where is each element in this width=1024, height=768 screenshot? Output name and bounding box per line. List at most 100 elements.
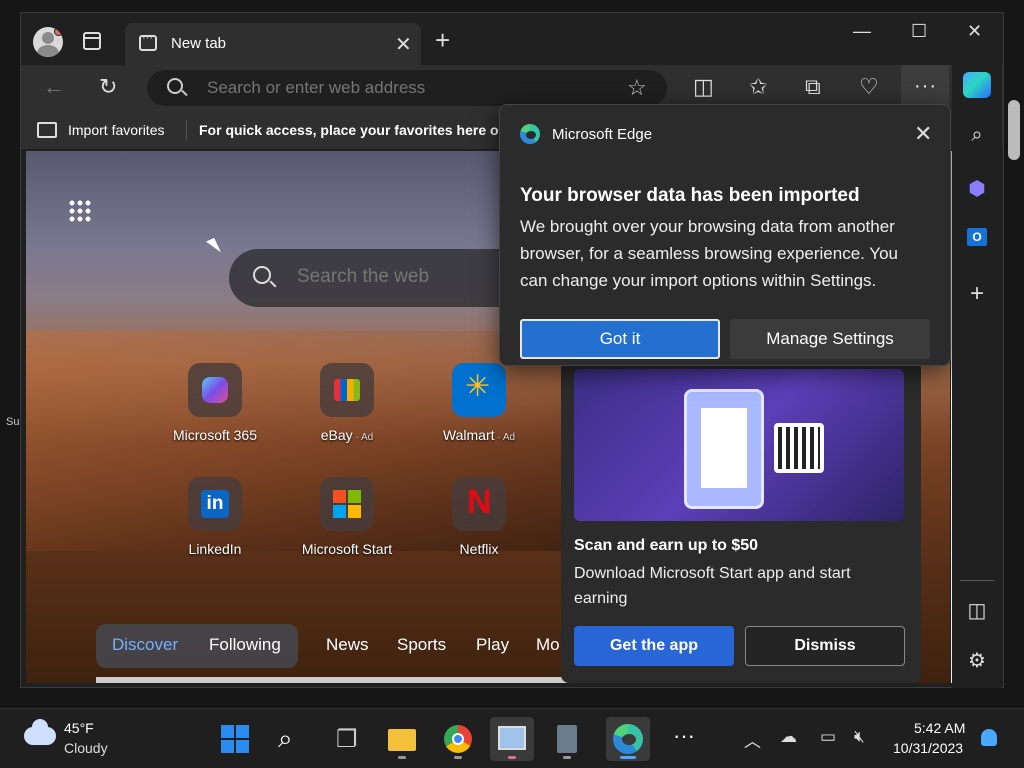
volume-muted-icon[interactable]: 🔇︎: [854, 727, 865, 747]
web-search-box[interactable]: [229, 249, 529, 307]
start-button[interactable]: [215, 717, 259, 761]
manage-settings-button[interactable]: Manage Settings: [730, 319, 930, 359]
microsoft365-icon[interactable]: ⬢: [952, 176, 1002, 201]
add-icon[interactable]: +: [952, 280, 1002, 308]
favorites-icon[interactable]: ✩: [749, 75, 767, 99]
quick-link-microsoft365[interactable]: Microsoft 365: [160, 363, 270, 443]
tab-following[interactable]: Following: [209, 635, 281, 655]
edge-sidebar: ⌕ ⬢ O + ◫ ⚙: [952, 60, 1002, 688]
tab-play[interactable]: Play: [476, 635, 509, 655]
browser-essentials-icon[interactable]: ♡: [859, 75, 879, 99]
quick-link-netflix[interactable]: N Netflix: [424, 477, 534, 557]
quick-link-microsoft-start[interactable]: Microsoft Start: [292, 477, 402, 557]
outlook-icon[interactable]: O: [967, 228, 987, 246]
clock-date[interactable]: 10/31/2023: [893, 740, 963, 756]
desktop-label: Su: [6, 416, 20, 428]
tab-news[interactable]: News: [326, 635, 369, 655]
feed-navigation: Discover Following News Sports Play Mo: [71, 611, 591, 671]
more-apps-icon[interactable]: ···: [673, 723, 695, 749]
collections-icon[interactable]: ⧉: [805, 75, 821, 99]
calculator-button[interactable]: [545, 717, 589, 761]
import-favorites-link[interactable]: Import favorites: [68, 122, 164, 138]
news-card-preview[interactable]: [96, 677, 586, 683]
chrome-icon: [444, 725, 472, 753]
tab-discover[interactable]: Discover: [112, 635, 178, 655]
sidebar-divider: [960, 580, 994, 581]
quick-link-label: Netflix: [459, 541, 499, 557]
dismiss-button[interactable]: Dismiss: [745, 626, 905, 666]
import-notification-popup: Microsoft Edge ✕ Your browser data has b…: [499, 104, 951, 366]
show-hidden-icons-icon[interactable]: ︿: [744, 727, 761, 752]
tab-actions-icon[interactable]: [83, 32, 101, 50]
apps-grid-icon[interactable]: [68, 199, 92, 223]
ad-marker: · Ad: [494, 432, 516, 443]
file-explorer-button[interactable]: [380, 717, 424, 761]
favorites-divider: [186, 120, 187, 140]
web-search-input[interactable]: [297, 266, 517, 288]
quick-link-label: Walmart: [442, 427, 495, 443]
clock-time[interactable]: 5:42 AM: [914, 720, 965, 736]
title-bar: New tab ✕ + — ☐ ✕: [21, 13, 1003, 65]
new-tab-page-icon: [139, 32, 157, 51]
quick-link-label: LinkedIn: [188, 541, 242, 557]
netflix-icon: N: [452, 477, 506, 531]
task-view-icon: ❐: [336, 726, 358, 753]
close-window-icon[interactable]: ✕: [967, 21, 982, 42]
chrome-button[interactable]: [436, 717, 480, 761]
linkedin-icon: in: [188, 477, 242, 531]
onedrive-icon[interactable]: ☁: [780, 727, 797, 747]
ebay-icon: [320, 363, 374, 417]
favorites-hint: For quick access, place your favorites h…: [199, 122, 499, 138]
task-manager-button[interactable]: [490, 717, 534, 761]
popup-app-name: Microsoft Edge: [552, 126, 653, 143]
copilot-icon[interactable]: [963, 72, 991, 98]
favorite-star-icon[interactable]: ☆: [627, 75, 647, 101]
refresh-icon[interactable]: ↻: [99, 75, 117, 99]
promo-card: Scan and earn up to $50 Download Microso…: [561, 361, 921, 683]
weather-temperature[interactable]: 45°F: [64, 720, 94, 736]
cloud-icon[interactable]: [24, 719, 56, 745]
folder-icon: [388, 729, 416, 751]
minimize-icon[interactable]: —: [853, 21, 871, 42]
new-tab-button[interactable]: +: [435, 27, 450, 53]
quick-link-walmart[interactable]: ✳ Walmart · Ad: [424, 363, 534, 443]
notification-bell-icon[interactable]: [981, 729, 997, 746]
chart-app-icon: [498, 726, 526, 750]
popup-title: Your browser data has been imported: [520, 185, 860, 206]
hide-sidebar-icon[interactable]: ◫: [952, 598, 1002, 623]
got-it-button[interactable]: Got it: [520, 319, 720, 359]
taskbar: 45°F Cloudy ⌕ ❐ ··· ︿ ☁ ▭ 🔇︎ 5:42 AM 10/…: [0, 708, 1024, 768]
quick-link-linkedin[interactable]: in LinkedIn: [160, 477, 270, 557]
close-tab-icon[interactable]: ✕: [395, 32, 412, 57]
settings-gear-icon[interactable]: ⚙: [952, 648, 1002, 673]
address-bar[interactable]: ☆: [147, 70, 667, 106]
maximize-icon[interactable]: ☐: [911, 21, 927, 42]
microsoft-start-icon: [320, 477, 374, 531]
edge-taskbar-button[interactable]: [606, 717, 650, 761]
weather-condition[interactable]: Cloudy: [64, 740, 108, 756]
network-icon[interactable]: ▭: [820, 727, 836, 747]
walmart-icon: ✳: [452, 363, 506, 417]
popup-body: We brought over your browsing data from …: [520, 217, 898, 290]
browser-window: New tab ✕ + — ☐ ✕ ← ↻ ☆ ◫ ✩ ⧉ ♡ ··· Impo…: [20, 12, 1004, 688]
task-view-button[interactable]: ❐: [326, 717, 370, 761]
import-favorites-icon: [37, 122, 57, 138]
back-icon[interactable]: ←: [43, 75, 65, 99]
more-icon: ···: [914, 75, 937, 97]
outer-scrollbar[interactable]: [1008, 100, 1020, 160]
promo-title: Scan and earn up to $50: [574, 537, 759, 554]
close-icon[interactable]: ✕: [914, 121, 932, 147]
microsoft365-icon: [188, 363, 242, 417]
split-screen-icon[interactable]: ◫: [693, 75, 714, 99]
tab-new-tab[interactable]: New tab ✕: [125, 23, 421, 65]
edge-logo-icon: [520, 124, 540, 144]
taskbar-search-button[interactable]: ⌕: [270, 717, 314, 761]
search-icon[interactable]: ⌕: [952, 124, 1002, 147]
quick-link-ebay[interactable]: eBay · Ad: [292, 363, 402, 443]
tab-sports[interactable]: Sports: [397, 635, 446, 655]
profile-avatar[interactable]: [33, 27, 63, 57]
address-input[interactable]: [207, 78, 607, 98]
quick-link-label: Microsoft Start: [301, 541, 393, 557]
tab-more[interactable]: Mo: [536, 635, 560, 655]
get-the-app-button[interactable]: Get the app: [574, 626, 734, 666]
